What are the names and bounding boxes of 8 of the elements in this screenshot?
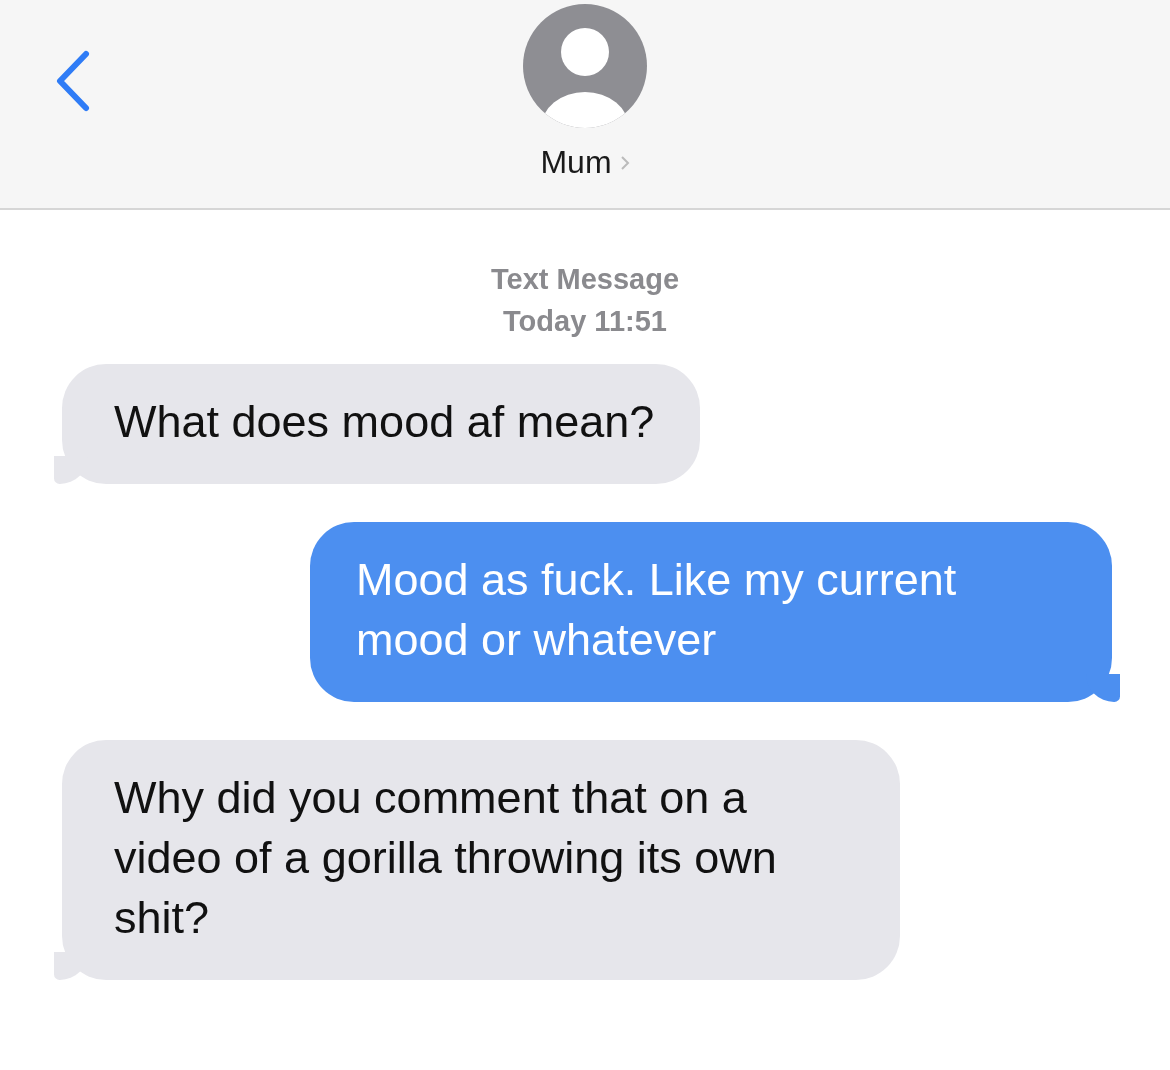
received-message: Why did you comment that on a video of a gorilla throwing its own shit? — [54, 740, 900, 980]
received-message: What does mood af mean? — [54, 364, 701, 484]
contact-name[interactable]: Mum — [540, 144, 630, 181]
message-type-label: Text Message — [490, 262, 679, 297]
chevron-right-icon — [619, 154, 630, 171]
timestamp: Today 11:51 — [503, 304, 667, 339]
avatar-icon — [523, 4, 647, 128]
sent-message: Mood as fuck. Like my current mood or whatever — [310, 522, 1120, 702]
